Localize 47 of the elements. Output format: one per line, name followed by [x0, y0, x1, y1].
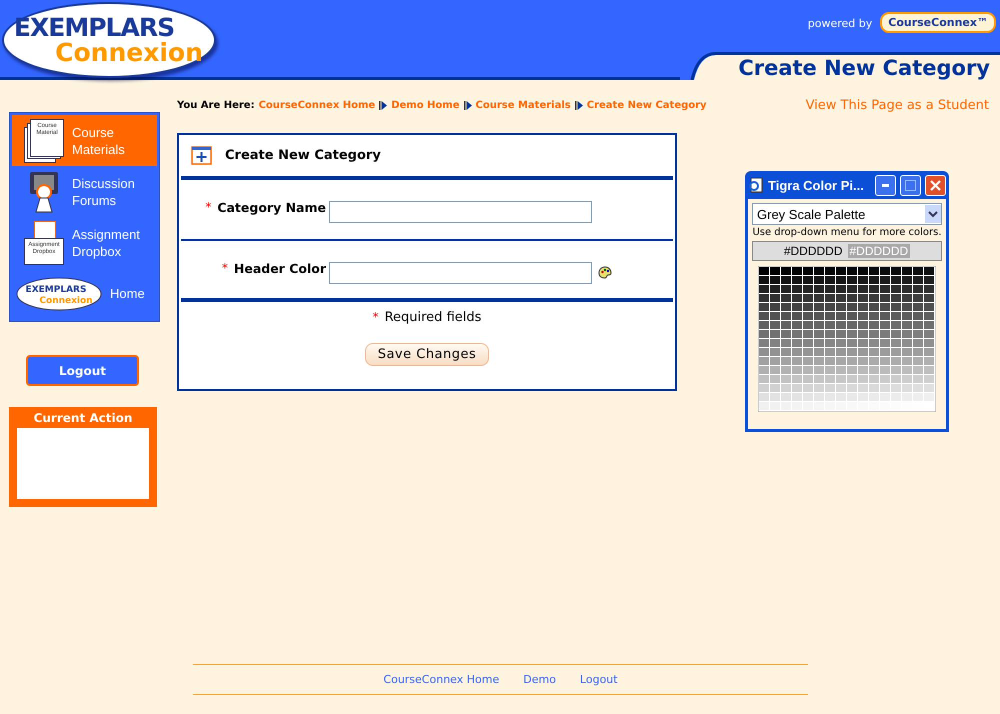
- palette-icon[interactable]: [598, 266, 612, 280]
- hint-text: Use drop-down menu for more colors.: [752, 227, 942, 239]
- breadcrumb-label: You Are Here:: [177, 100, 255, 111]
- panel-title: Current Action: [34, 411, 132, 425]
- logo-text: EXEMPLARS: [14, 15, 174, 40]
- required-mark: *: [372, 310, 379, 325]
- logout-button[interactable]: Logout: [26, 355, 139, 386]
- logo-text: Connexion: [55, 40, 203, 65]
- required-mark: *: [222, 261, 228, 276]
- arrow-icon: [379, 101, 388, 110]
- preview-text: #DDDDDD: [784, 244, 842, 258]
- panel-title: Create New Category: [225, 148, 381, 163]
- input-field[interactable]: [329, 262, 592, 284]
- swatch-grid-drawing[interactable]: [758, 266, 936, 412]
- window-title: Tigra Color Pi...: [768, 178, 865, 192]
- nav-item[interactable]: Discussion Forums: [12, 166, 157, 217]
- input-field[interactable]: [329, 201, 592, 223]
- arrow-icon: [464, 101, 472, 110]
- palette-select[interactable]: Grey Scale Palette: [752, 203, 942, 225]
- breadcrumb-link[interactable]: Create New Category: [586, 100, 707, 111]
- save-button[interactable]: Save Changes: [364, 343, 490, 366]
- required-mark: *: [205, 200, 212, 215]
- breadcrumb-link[interactable]: Course Materials: [476, 100, 571, 111]
- maximize-button[interactable]: [900, 174, 921, 196]
- page-icon: [748, 177, 764, 193]
- logo-icon: EXEMPLARS Connexion: [16, 276, 102, 310]
- footer-link[interactable]: Logout: [580, 673, 618, 686]
- minimize-button[interactable]: [875, 174, 896, 196]
- nav-item[interactable]: EXEMPLARS Connexion Home: [12, 268, 157, 319]
- student-view-link[interactable]: View This Page as a Student: [806, 98, 989, 113]
- breadcrumb-link[interactable]: CourseConnex Home: [258, 100, 376, 111]
- breadcrumb-link[interactable]: Demo Home: [391, 100, 460, 111]
- partner-logo: CourseConnex™: [880, 12, 996, 33]
- field-label: Header Color: [234, 261, 326, 276]
- maximize-icon: [905, 180, 916, 190]
- powered-by-text: powered by: [808, 17, 872, 30]
- preview-text: #DDDDDD: [848, 244, 910, 258]
- required-note: Required fields: [384, 310, 482, 325]
- page-title: Create New Category: [738, 56, 990, 80]
- close-icon: [930, 180, 941, 190]
- minimize-icon: [882, 184, 889, 186]
- close-button[interactable]: [925, 174, 946, 196]
- footer-link[interactable]: Demo: [523, 673, 556, 686]
- arrow-icon: [574, 101, 583, 110]
- add-icon: [191, 146, 213, 166]
- field-label: Category Name: [217, 200, 326, 215]
- footer-link[interactable]: CourseConnex Home: [383, 673, 500, 686]
